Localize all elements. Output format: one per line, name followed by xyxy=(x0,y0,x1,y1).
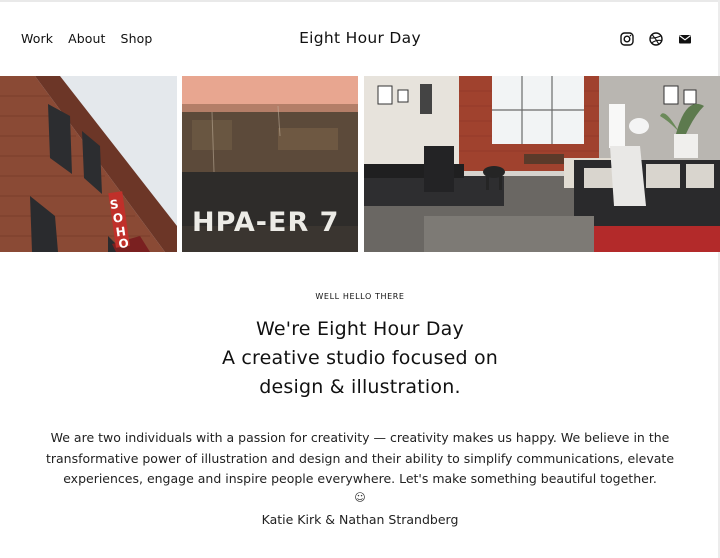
site-logo[interactable]: Eight Hour Day xyxy=(0,29,720,47)
mail-icon[interactable] xyxy=(678,31,692,45)
intro-headline: We're Eight Hour Day A creative studio f… xyxy=(0,315,720,402)
loft-studio-photo[interactable] xyxy=(364,76,720,252)
soho-brick-building-photo[interactable]: S O H O xyxy=(0,76,177,252)
intro-section: WELL HELLO THERE We're Eight Hour Day A … xyxy=(0,292,720,402)
building-sign-letter-2: O xyxy=(112,210,124,225)
body-line: We are two individuals with a passion fo… xyxy=(50,430,670,445)
smiley-icon: ☺ xyxy=(354,491,366,504)
building-sign-letter-4: O xyxy=(118,236,130,251)
dribbble-icon[interactable] xyxy=(649,31,663,46)
intro-body: We are two individuals with a passion fo… xyxy=(30,428,690,490)
headline-line: A creative studio focused on xyxy=(221,347,499,369)
body-line: transformative power of illustration and… xyxy=(45,450,675,466)
hero-gallery: S O H O HPA-ER 7 xyxy=(0,76,720,252)
instagram-icon[interactable] xyxy=(620,31,634,46)
social-links xyxy=(620,31,692,46)
site-header: Work About Shop Eight Hour Day xyxy=(0,0,720,76)
headline-line: We're Eight Hour Day xyxy=(256,318,464,340)
signature: Katie Kirk & Nathan Strandberg xyxy=(261,512,459,527)
body-line: experiences, engage and inspire people e… xyxy=(63,471,657,486)
sign-stencil-text: HPA-ER 7 xyxy=(192,207,339,238)
headline-line: design & illustration. xyxy=(259,376,461,398)
intro-eyebrow: WELL HELLO THERE xyxy=(315,292,405,301)
weathered-sign-photo[interactable]: HPA-ER 7 xyxy=(182,76,358,252)
